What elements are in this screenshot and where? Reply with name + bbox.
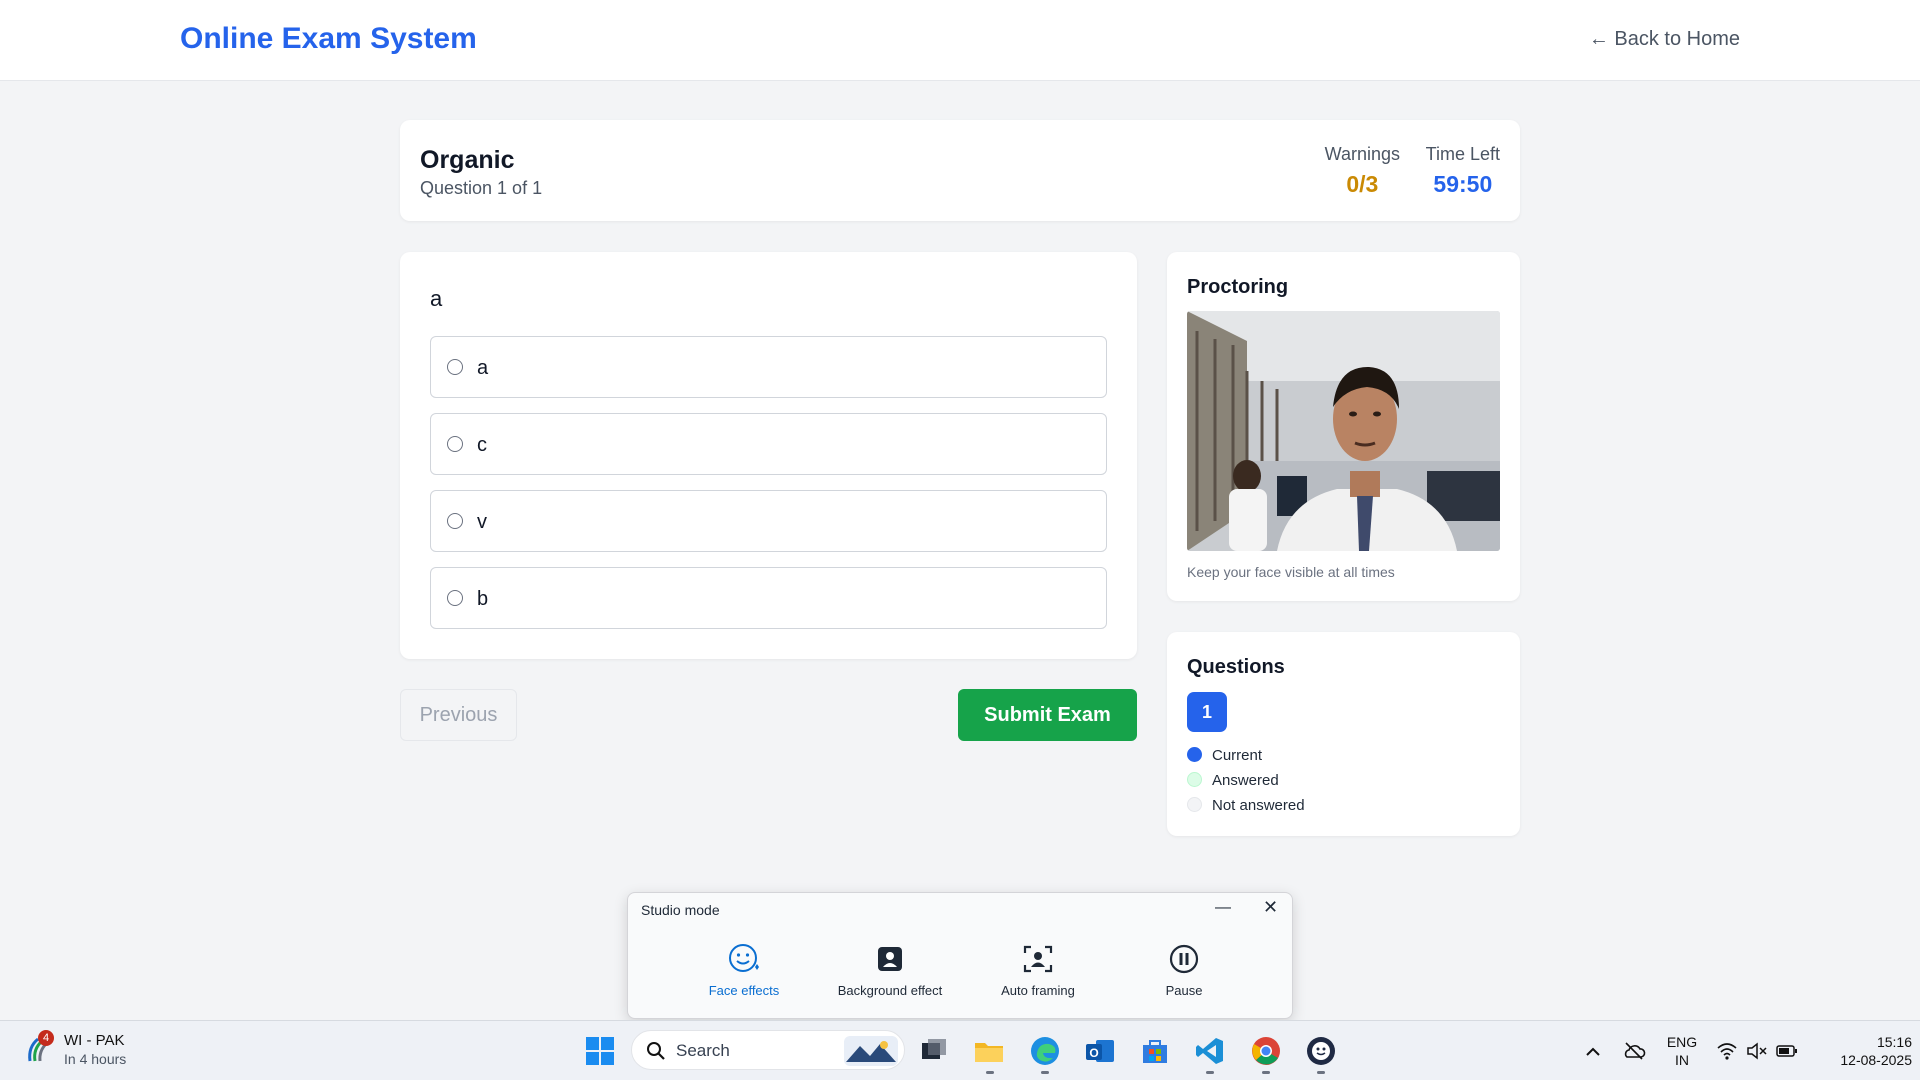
warnings-value: 0/3 bbox=[1346, 171, 1379, 197]
legend-answered: Answered bbox=[1187, 772, 1279, 789]
vscode-icon[interactable] bbox=[1194, 1035, 1226, 1067]
time-left-label: Time Left bbox=[1425, 144, 1500, 164]
warnings-label: Warnings bbox=[1324, 144, 1400, 164]
search-highlight-icon bbox=[844, 1036, 898, 1066]
answer-option[interactable]: a bbox=[430, 336, 1107, 398]
legend-dot bbox=[1187, 747, 1202, 762]
question-number-button[interactable]: 1 bbox=[1187, 692, 1227, 732]
answer-option-label: c bbox=[477, 434, 487, 456]
proctoring-note: Keep your face visible at all times bbox=[1187, 564, 1395, 580]
edge-browser-icon[interactable] bbox=[1029, 1035, 1061, 1067]
background-effect-button[interactable]: Background effect bbox=[820, 941, 960, 998]
question-progress: Question 1 of 1 bbox=[420, 178, 543, 198]
legend-not-answered: Not answered bbox=[1187, 797, 1305, 814]
search-icon bbox=[647, 1042, 665, 1060]
onedrive-offline-icon[interactable] bbox=[1622, 1039, 1646, 1063]
clock[interactable]: 15:16 12-08-2025 bbox=[1812, 1033, 1912, 1069]
widget-subtitle: In 4 hours bbox=[64, 1051, 127, 1067]
answer-option-label: a bbox=[477, 357, 489, 379]
running-indicator bbox=[1206, 1071, 1214, 1074]
background-effect-label: Background effect bbox=[837, 983, 943, 998]
windows-taskbar: 4 WI - PAK In 4 hours Search O ENG IN 15… bbox=[0, 1020, 1920, 1080]
clock-date: 12-08-2025 bbox=[1840, 1052, 1912, 1068]
legend-current: Current bbox=[1187, 747, 1262, 764]
pause-icon bbox=[1114, 941, 1254, 977]
widget-title: WI - PAK bbox=[64, 1032, 125, 1049]
answer-option[interactable]: c bbox=[430, 413, 1107, 475]
running-indicator bbox=[1317, 1071, 1325, 1074]
app-face-icon[interactable] bbox=[1305, 1035, 1337, 1067]
file-explorer-icon[interactable] bbox=[973, 1035, 1005, 1067]
microsoft-store-icon[interactable] bbox=[1139, 1035, 1171, 1067]
proctoring-title: Proctoring bbox=[1187, 276, 1289, 298]
battery-icon[interactable] bbox=[1776, 1042, 1798, 1060]
webcam-feed bbox=[1187, 311, 1500, 551]
face-effects-label: Face effects bbox=[708, 983, 780, 998]
time-left-value: 59:50 bbox=[1433, 171, 1493, 197]
questions-panel-title: Questions bbox=[1187, 656, 1285, 678]
taskbar-search[interactable]: Search bbox=[631, 1030, 905, 1070]
auto-framing-icon bbox=[968, 941, 1108, 977]
questions-panel: Questions 1 Current Answered Not answere… bbox=[1167, 632, 1520, 836]
exam-title: Organic bbox=[420, 146, 515, 174]
chrome-icon[interactable] bbox=[1250, 1035, 1282, 1067]
time-left-stat: Time Left 59:50 bbox=[1426, 144, 1500, 198]
legend-dot bbox=[1187, 772, 1202, 787]
pause-label: Pause bbox=[1165, 983, 1203, 998]
radio-button[interactable] bbox=[447, 513, 463, 529]
language-indicator[interactable]: ENG IN bbox=[1662, 1033, 1702, 1069]
previous-button[interactable]: Previous bbox=[400, 689, 517, 741]
submit-exam-button[interactable]: Submit Exam bbox=[958, 689, 1137, 741]
studio-mode-title: Studio mode bbox=[641, 902, 720, 918]
exam-header-card: Organic Question 1 of 1 Warnings 0/3 Tim… bbox=[400, 120, 1520, 221]
studio-mode-popup: Studio mode — ✕ Face effects Background … bbox=[627, 892, 1293, 1019]
answer-option-label: v bbox=[477, 511, 487, 533]
legend-label: Not answered bbox=[1212, 797, 1305, 814]
radio-button[interactable] bbox=[447, 359, 463, 375]
face-effects-icon bbox=[674, 941, 814, 977]
top-navbar: Online Exam System ← Back to Home bbox=[0, 0, 1920, 81]
clock-time: 15:16 bbox=[1876, 1034, 1912, 1050]
search-label: Search bbox=[676, 1041, 730, 1060]
running-indicator bbox=[1041, 1071, 1049, 1074]
warnings-stat: Warnings 0/3 bbox=[1325, 144, 1400, 198]
wifi-icon[interactable] bbox=[1716, 1041, 1738, 1061]
radio-button[interactable] bbox=[447, 590, 463, 606]
question-card: a a c v b bbox=[400, 252, 1137, 659]
legend-label: Answered bbox=[1212, 772, 1279, 789]
outlook-icon[interactable]: O bbox=[1084, 1035, 1116, 1067]
pause-button[interactable]: Pause bbox=[1114, 941, 1254, 998]
answer-option[interactable]: b bbox=[430, 567, 1107, 629]
answer-option-label: b bbox=[477, 588, 489, 610]
auto-framing-label: Auto framing bbox=[1001, 983, 1075, 998]
volume-muted-icon[interactable] bbox=[1746, 1041, 1768, 1061]
start-icon[interactable] bbox=[584, 1035, 616, 1067]
running-indicator bbox=[986, 1071, 994, 1074]
chevron-up-icon[interactable] bbox=[1584, 1043, 1602, 1061]
task-view-icon[interactable] bbox=[918, 1035, 950, 1067]
running-indicator bbox=[1262, 1071, 1270, 1074]
close-icon[interactable]: ✕ bbox=[1263, 897, 1278, 918]
region-code: IN bbox=[1675, 1052, 1689, 1068]
radio-button[interactable] bbox=[447, 436, 463, 452]
auto-framing-button[interactable]: Auto framing bbox=[968, 941, 1108, 998]
background-effect-icon bbox=[820, 941, 960, 977]
legend-label: Current bbox=[1212, 747, 1263, 764]
brand-title: Online Exam System bbox=[180, 22, 477, 55]
back-to-home-link[interactable]: ← Back to Home bbox=[1589, 28, 1740, 51]
legend-dot bbox=[1187, 797, 1202, 812]
face-effects-button[interactable]: Face effects bbox=[674, 941, 814, 998]
proctoring-card: Proctoring Keep your face visible at all… bbox=[1167, 252, 1520, 601]
question-text: a bbox=[430, 286, 443, 311]
answer-option[interactable]: v bbox=[430, 490, 1107, 552]
minimize-icon[interactable]: — bbox=[1215, 899, 1231, 917]
notification-badge: 4 bbox=[38, 1030, 54, 1046]
svg-text:O: O bbox=[1089, 1046, 1098, 1060]
language-code: ENG bbox=[1666, 1034, 1698, 1050]
